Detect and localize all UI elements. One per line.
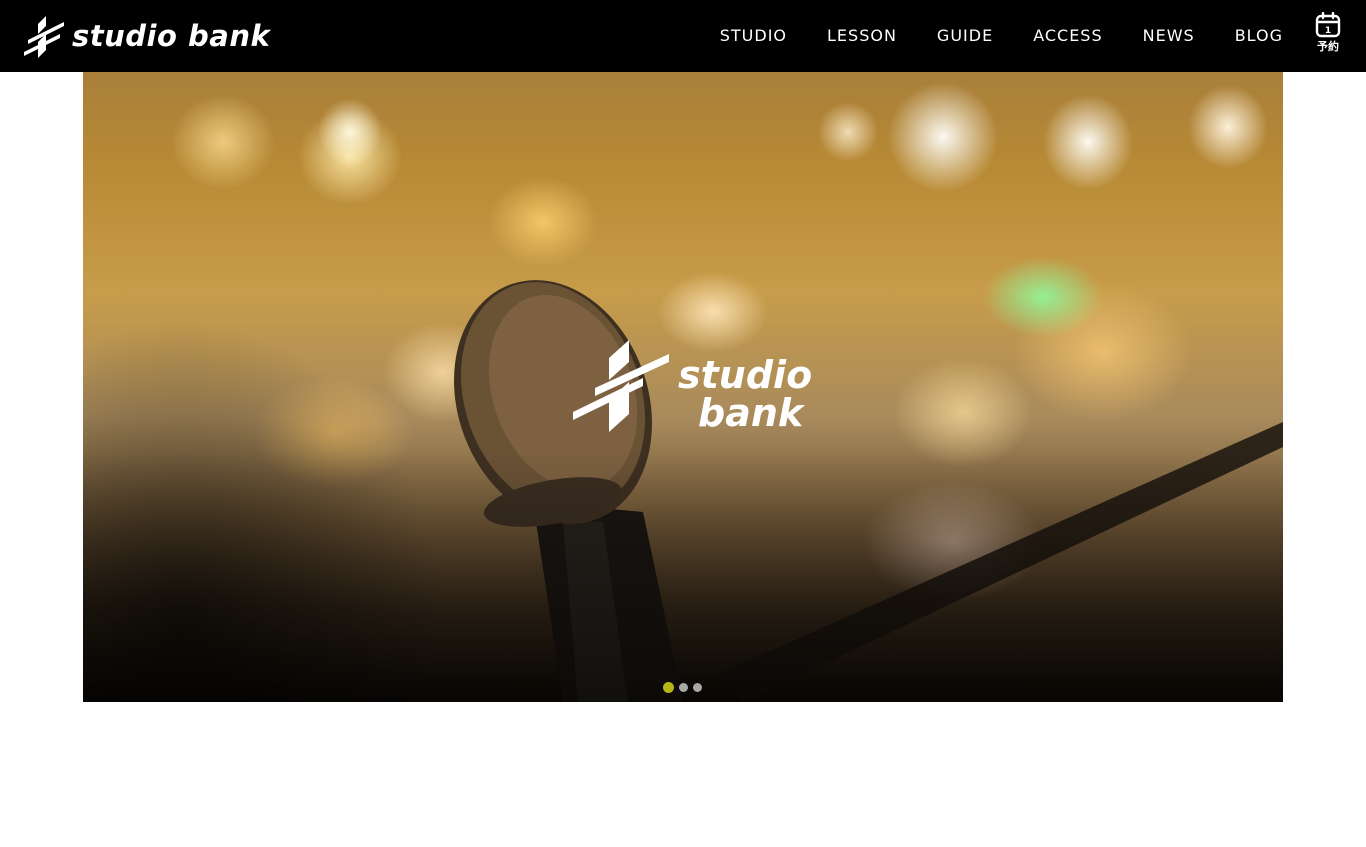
hero-slider[interactable]: studio bank xyxy=(83,72,1283,702)
reserve-button[interactable]: 1 予約 xyxy=(1308,12,1348,62)
hero-logo-line2: bank xyxy=(698,391,804,435)
main-nav: STUDIO LESSON GUIDE ACCESS NEWS BLOG xyxy=(720,0,1283,72)
nav-item-news[interactable]: NEWS xyxy=(1143,0,1195,72)
nav-item-guide[interactable]: GUIDE xyxy=(937,0,993,72)
hero-logo-line1: studio xyxy=(678,353,813,397)
hero-logo: studio bank xyxy=(573,340,812,436)
nav-item-lesson[interactable]: LESSON xyxy=(827,0,897,72)
slider-pagination xyxy=(663,682,702,693)
svg-text:1: 1 xyxy=(1325,26,1331,36)
nav-item-blog[interactable]: BLOG xyxy=(1235,0,1283,72)
hero-logo-mark-icon xyxy=(573,340,669,432)
calendar-icon: 1 xyxy=(1315,12,1341,38)
nav-item-access[interactable]: ACCESS xyxy=(1033,0,1102,72)
site-header: studio bank STUDIO LESSON GUIDE ACCESS N… xyxy=(0,0,1366,72)
slider-dot-2[interactable] xyxy=(679,683,688,692)
slider-dot-3[interactable] xyxy=(693,683,702,692)
logo-text: studio bank xyxy=(72,18,271,53)
slider-dot-1[interactable] xyxy=(663,682,674,693)
site-logo[interactable]: studio bank xyxy=(24,14,270,58)
reserve-label: 予約 xyxy=(1317,40,1339,53)
logo-mark-icon xyxy=(24,16,64,58)
nav-item-studio[interactable]: STUDIO xyxy=(720,0,787,72)
